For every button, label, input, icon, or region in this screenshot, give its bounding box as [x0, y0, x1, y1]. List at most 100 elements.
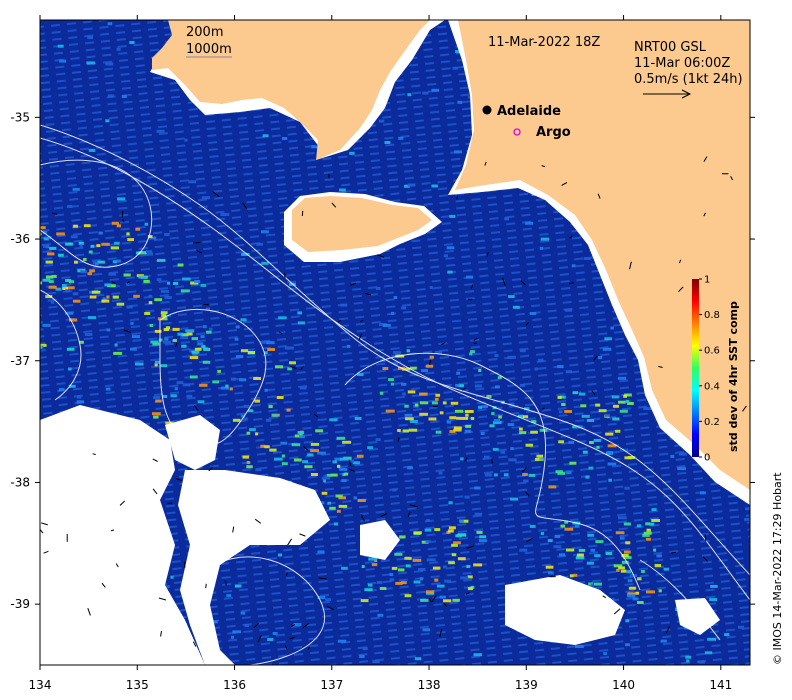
sst-pixel — [160, 364, 168, 368]
sst-pixel — [444, 579, 451, 583]
sst-pixel — [426, 519, 430, 522]
colorbar-tick-label: 0.4 — [704, 381, 720, 392]
sst-pixel — [553, 545, 562, 549]
sst-pixel — [160, 311, 168, 315]
colorbar-label: std dev of 4hr SST comp — [727, 301, 740, 452]
sst-pixel — [87, 36, 93, 40]
sst-pixel — [382, 323, 391, 327]
sst-pixel — [88, 250, 93, 254]
sst-pixel — [605, 552, 613, 555]
sst-pixel — [185, 329, 195, 333]
sst-pixel — [421, 369, 428, 373]
sst-pixel — [678, 452, 687, 456]
sst-pixel — [116, 302, 125, 306]
sst-pixel — [635, 591, 640, 595]
sst-pixel — [420, 401, 429, 405]
sst-pixel — [564, 527, 574, 531]
sst-pixel — [618, 516, 627, 520]
isobath-200m-label: 200m — [186, 25, 223, 40]
sst-pixel — [177, 263, 184, 267]
sst-pixel — [573, 573, 578, 577]
sst-pixel — [540, 532, 545, 535]
sst-pixel — [144, 222, 149, 226]
sst-pixel — [379, 587, 387, 590]
sst-pixel — [130, 347, 137, 351]
sst-pixel — [495, 385, 500, 389]
sst-pixel — [253, 377, 261, 380]
sst-pixel — [40, 345, 42, 349]
sst-pixel — [405, 564, 411, 568]
sst-pixel — [534, 367, 538, 371]
sst-pixel — [156, 278, 162, 282]
sst-pixel — [636, 524, 642, 528]
sst-pixel — [393, 351, 402, 355]
sst-pixel — [180, 336, 189, 340]
sst-pixel — [610, 326, 614, 330]
sst-pixel — [413, 580, 421, 584]
sst-pixel — [48, 285, 57, 289]
sst-pixel — [156, 129, 165, 133]
sst-pixel — [248, 351, 256, 354]
sst-pixel — [378, 119, 385, 123]
sst-pixel — [548, 485, 557, 489]
sst-pixel — [66, 347, 75, 351]
sst-pixel — [594, 554, 601, 558]
sst-pixel — [591, 583, 595, 587]
sst-pixel — [479, 535, 487, 539]
current-vector — [301, 210, 304, 217]
sst-pixel — [79, 244, 83, 248]
sst-pixel — [113, 351, 123, 355]
sst-pixel — [469, 352, 473, 356]
sst-pixel — [191, 350, 200, 354]
sst-pixel — [191, 337, 198, 341]
sst-pixel — [261, 230, 269, 234]
current-vector — [670, 551, 676, 554]
x-tick-label: 136 — [223, 678, 246, 692]
sst-pixel — [95, 262, 99, 266]
sst-pixel — [130, 321, 134, 325]
sst-pixel — [46, 275, 53, 279]
sst-pixel — [654, 564, 662, 567]
sst-pixel — [232, 418, 241, 422]
sst-pixel — [538, 358, 544, 362]
sst-pixel — [72, 292, 79, 296]
sst-pixel — [349, 151, 355, 155]
sst-pixel — [422, 91, 429, 95]
sst-pixel — [364, 588, 373, 592]
sst-pixel — [114, 241, 120, 245]
sst-pixel — [70, 235, 78, 239]
sst-pixel — [388, 378, 394, 382]
sst-pixel — [280, 441, 288, 445]
sst-pixel — [454, 409, 464, 413]
sst-pixel — [619, 409, 628, 413]
sst-pixel — [455, 383, 460, 387]
sst-pixel — [144, 312, 151, 315]
sst-pixel — [623, 522, 631, 526]
sst-pixel — [65, 242, 74, 246]
sst-pixel — [304, 465, 313, 469]
sst-pixel — [262, 134, 269, 138]
sst-pixel — [724, 633, 730, 637]
sst-pixel — [646, 590, 655, 594]
x-tick-label: 135 — [126, 678, 149, 692]
sst-pixel — [254, 399, 260, 403]
sst-pixel — [404, 594, 412, 598]
sst-pixel — [470, 417, 475, 420]
sst-pixel — [448, 561, 455, 565]
sst-pixel — [261, 261, 269, 265]
sst-pixel — [390, 382, 395, 386]
current-vector — [704, 533, 707, 542]
sst-pixel — [74, 260, 78, 264]
sst-pixel — [425, 539, 431, 543]
sst-pixel — [148, 294, 153, 298]
date-label: 11-Mar-2022 18Z — [488, 35, 600, 50]
sst-pixel — [50, 300, 55, 304]
sst-pixel — [409, 420, 418, 423]
sst-pixel — [587, 533, 594, 537]
sst-pixel — [434, 528, 441, 532]
sst-pixel — [642, 533, 650, 537]
sst-pixel — [135, 227, 141, 231]
sst-pixel — [548, 571, 554, 575]
sst-pixel — [327, 501, 331, 505]
sst-pixel — [422, 628, 430, 632]
